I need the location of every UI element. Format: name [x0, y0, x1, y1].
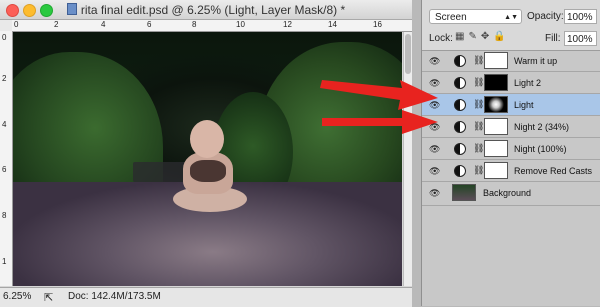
- status-bar: 6.25% ⇱ Doc: 142.4M/173.5M: [0, 287, 412, 307]
- layer-name[interactable]: Light: [514, 100, 534, 110]
- blend-mode-select[interactable]: Screen ▲▼: [429, 9, 522, 24]
- layer-mask-thumbnail[interactable]: [484, 74, 508, 91]
- layers-panel: Screen ▲▼ Opacity: 100% Lock: ▦✎✥🔒 Fill: …: [421, 0, 600, 306]
- adjustment-icon: [454, 99, 466, 111]
- eye-icon[interactable]: 👁: [429, 188, 440, 199]
- ruler-tick: 8: [192, 20, 197, 29]
- layer-mask-thumbnail[interactable]: [484, 118, 508, 135]
- opacity-field[interactable]: 100%: [564, 9, 597, 24]
- chain-link-icon[interactable]: ⛓: [473, 99, 484, 110]
- layer-name[interactable]: Night (100%): [514, 144, 567, 154]
- chain-link-icon[interactable]: ⛓: [473, 121, 484, 132]
- layer-mask-thumbnail[interactable]: [484, 52, 508, 69]
- adjustment-icon: [454, 165, 466, 177]
- chain-link-icon[interactable]: ⛓: [473, 77, 484, 88]
- layer-row[interactable]: 👁 ⛓ Light 2: [422, 72, 600, 94]
- eye-icon[interactable]: 👁: [429, 144, 440, 155]
- vertical-scrollbar[interactable]: [403, 32, 412, 286]
- document-size[interactable]: Doc: 142.4M/173.5M: [68, 291, 161, 302]
- layer-name[interactable]: Warm it up: [514, 56, 557, 66]
- chain-link-icon[interactable]: ⛓: [473, 165, 484, 176]
- adjustment-icon: [454, 143, 466, 155]
- layer-row[interactable]: 👁 ⛓ Night (100%): [422, 138, 600, 160]
- eye-icon[interactable]: 👁: [429, 78, 440, 89]
- ruler-tick: 4: [101, 20, 106, 29]
- layer-name[interactable]: Background: [483, 188, 531, 198]
- lock-position-icon[interactable]: ✥: [481, 31, 493, 42]
- export-icon[interactable]: ⇱: [44, 291, 53, 304]
- ruler-vertical[interactable]: 0 2 4 6 8 1: [0, 31, 13, 286]
- lock-transparent-icon[interactable]: ▦: [455, 31, 468, 42]
- blend-mode-value: Screen: [435, 12, 467, 23]
- lock-image-icon[interactable]: ✎: [468, 31, 480, 42]
- fill-field[interactable]: 100%: [564, 31, 597, 46]
- window-title: rita final edit.psd @ 6.25% (Light, Laye…: [0, 3, 412, 17]
- adjustment-icon: [454, 55, 466, 67]
- document-window: rita final edit.psd @ 6.25% (Light, Laye…: [0, 0, 412, 307]
- ruler-tick: 6: [2, 165, 7, 174]
- baby-figure: [173, 120, 247, 220]
- layer-name[interactable]: Night 2 (34%): [514, 122, 569, 132]
- layers-panel-header: Screen ▲▼ Opacity: 100% Lock: ▦✎✥🔒 Fill: …: [422, 0, 600, 51]
- fill-label: Fill:: [545, 33, 561, 44]
- window-title-text: rita final edit.psd @ 6.25% (Light, Laye…: [80, 3, 346, 17]
- layer-name[interactable]: Remove Red Casts: [514, 166, 592, 176]
- ruler-tick: 2: [54, 20, 59, 29]
- layer-mask-thumbnail[interactable]: [484, 162, 508, 179]
- ruler-tick: 16: [373, 20, 382, 29]
- ruler-tick: 6: [147, 20, 152, 29]
- opacity-label: Opacity:: [527, 11, 564, 22]
- adjustment-icon: [454, 77, 466, 89]
- eye-icon[interactable]: 👁: [429, 56, 440, 67]
- layer-row[interactable]: 👁 ⛓ Night 2 (34%): [422, 116, 600, 138]
- eye-icon[interactable]: 👁: [429, 122, 440, 133]
- chain-link-icon[interactable]: ⛓: [473, 143, 484, 154]
- ruler-tick: 0: [14, 20, 19, 29]
- lock-icons: ▦✎✥🔒: [455, 31, 510, 42]
- ruler-tick: 12: [283, 20, 292, 29]
- layer-row[interactable]: 👁 ⛓ Warm it up: [422, 50, 600, 72]
- ruler-tick: 0: [2, 33, 7, 42]
- ruler-tick: 4: [2, 120, 7, 129]
- chain-link-icon[interactable]: ⛓: [473, 55, 484, 66]
- layer-row-selected[interactable]: 👁 ⛓ Light: [422, 94, 600, 116]
- layer-row[interactable]: 👁 ⛓ Remove Red Casts: [422, 160, 600, 182]
- chevron-down-icon: ▲▼: [504, 14, 518, 21]
- ruler-tick: 2: [2, 74, 7, 83]
- ruler-tick: 14: [328, 20, 337, 29]
- zoom-level[interactable]: 6.25%: [3, 291, 31, 302]
- layer-name[interactable]: Light 2: [514, 78, 541, 88]
- ruler-tick: 10: [236, 20, 245, 29]
- title-bar[interactable]: rita final edit.psd @ 6.25% (Light, Laye…: [0, 0, 412, 20]
- layer-mask-thumbnail[interactable]: [484, 96, 508, 113]
- lock-all-icon[interactable]: 🔒: [493, 31, 509, 42]
- layer-row-background[interactable]: 👁 Background: [422, 182, 600, 206]
- lock-label: Lock:: [429, 33, 453, 44]
- eye-icon[interactable]: 👁: [429, 100, 440, 111]
- scroll-thumb[interactable]: [405, 34, 411, 74]
- canvas-photo[interactable]: [13, 32, 402, 286]
- adjustment-icon: [454, 121, 466, 133]
- layer-thumbnail[interactable]: [452, 184, 476, 201]
- baby-head: [190, 120, 224, 158]
- ruler-tick: 1: [2, 257, 7, 266]
- ruler-horizontal[interactable]: 0 2 4 6 8 10 12 14 16: [12, 20, 412, 32]
- eye-icon[interactable]: 👁: [429, 166, 440, 177]
- baby-bib: [190, 160, 226, 182]
- ruler-tick: 8: [2, 211, 7, 220]
- document-icon: [66, 3, 77, 15]
- layer-mask-thumbnail[interactable]: [484, 140, 508, 157]
